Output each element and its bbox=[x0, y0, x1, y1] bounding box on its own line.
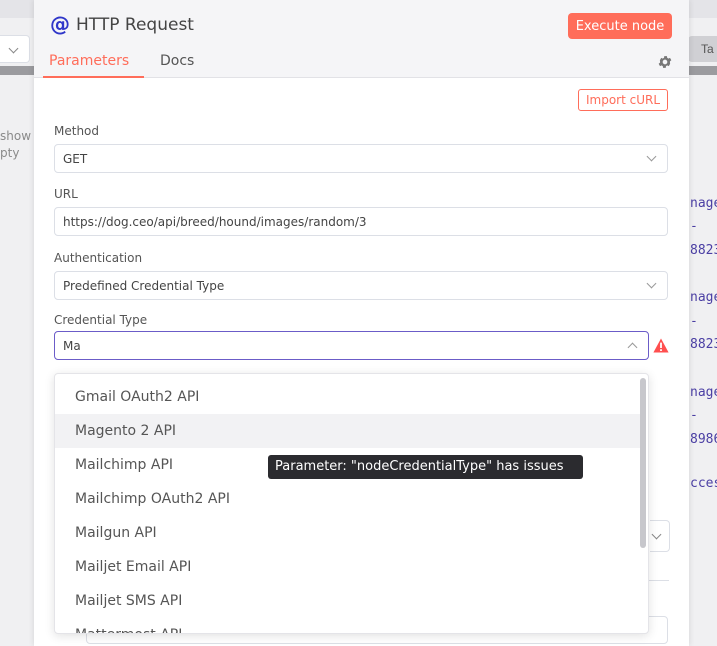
panel-header: @ HTTP Request Execute node Parameters D… bbox=[34, 0, 689, 78]
dropdown-option[interactable]: Mailchimp OAuth2 API bbox=[55, 482, 640, 516]
background-output-text: 8823 bbox=[690, 337, 717, 352]
background-output-text: - bbox=[690, 408, 698, 423]
dropdown-option[interactable]: Magento 2 API bbox=[55, 414, 640, 448]
dropdown-option[interactable]: Mattermost API bbox=[55, 618, 640, 633]
background-select[interactable] bbox=[0, 35, 30, 63]
credential-type-select[interactable]: Ma bbox=[54, 331, 649, 360]
url-label: URL bbox=[54, 187, 78, 201]
gear-icon[interactable] bbox=[657, 54, 673, 70]
chevron-up-icon bbox=[627, 342, 638, 353]
authentication-label: Authentication bbox=[54, 251, 143, 265]
method-value: GET bbox=[63, 152, 88, 166]
method-select[interactable]: GET bbox=[54, 144, 668, 173]
background-output-text: 8823 bbox=[690, 243, 717, 258]
node-title[interactable]: HTTP Request bbox=[76, 15, 194, 35]
authentication-select[interactable]: Predefined Credential Type bbox=[54, 271, 668, 300]
dropdown-option[interactable]: Mailjet SMS API bbox=[55, 584, 640, 618]
background-output-text: nage bbox=[690, 290, 717, 305]
divider bbox=[649, 580, 669, 581]
background-output-text: cces bbox=[690, 476, 717, 491]
background-text: show bbox=[0, 129, 32, 143]
background-output-text: - bbox=[690, 314, 698, 329]
url-value: https://dog.ceo/api/breed/hound/images/r… bbox=[63, 215, 367, 229]
tab-parameters[interactable]: Parameters bbox=[49, 53, 129, 69]
background-select[interactable] bbox=[650, 520, 670, 552]
authentication-value: Predefined Credential Type bbox=[63, 279, 225, 293]
dropdown-option[interactable]: Mailjet Email API bbox=[55, 550, 640, 584]
tab-docs[interactable]: Docs bbox=[160, 53, 194, 69]
issue-tooltip: Parameter: "nodeCredentialType" has issu… bbox=[268, 455, 583, 479]
url-input[interactable]: https://dog.ceo/api/breed/hound/images/r… bbox=[54, 207, 668, 236]
credential-type-value: Ma bbox=[63, 339, 81, 353]
background-output-text: nage bbox=[690, 385, 717, 400]
credential-type-dropdown: Gmail OAuth2 API Magento 2 API Mailchimp… bbox=[54, 373, 649, 634]
method-label: Method bbox=[54, 124, 100, 138]
chevron-down-icon bbox=[646, 278, 657, 289]
chevron-down-icon bbox=[8, 43, 19, 54]
dropdown-option[interactable]: Gmail OAuth2 API bbox=[55, 380, 640, 414]
at-icon: @ bbox=[50, 12, 70, 36]
chevron-down-icon bbox=[651, 529, 662, 540]
background-text: pty bbox=[0, 146, 20, 160]
chevron-down-icon bbox=[646, 151, 657, 162]
warning-icon[interactable] bbox=[653, 338, 669, 353]
background-output-text: nage bbox=[690, 196, 717, 211]
background-tab[interactable]: Ta bbox=[688, 36, 717, 62]
active-tab-indicator bbox=[43, 76, 144, 78]
background-output-text: 8986 bbox=[690, 432, 717, 447]
import-curl-button[interactable]: Import cURL bbox=[578, 89, 668, 111]
dropdown-option[interactable]: Mailgun API bbox=[55, 516, 640, 550]
dropdown-scrollbar[interactable] bbox=[640, 378, 646, 548]
execute-node-button[interactable]: Execute node bbox=[568, 13, 672, 39]
background-output-text: - bbox=[690, 219, 698, 234]
credential-type-label: Credential Type bbox=[54, 313, 148, 327]
